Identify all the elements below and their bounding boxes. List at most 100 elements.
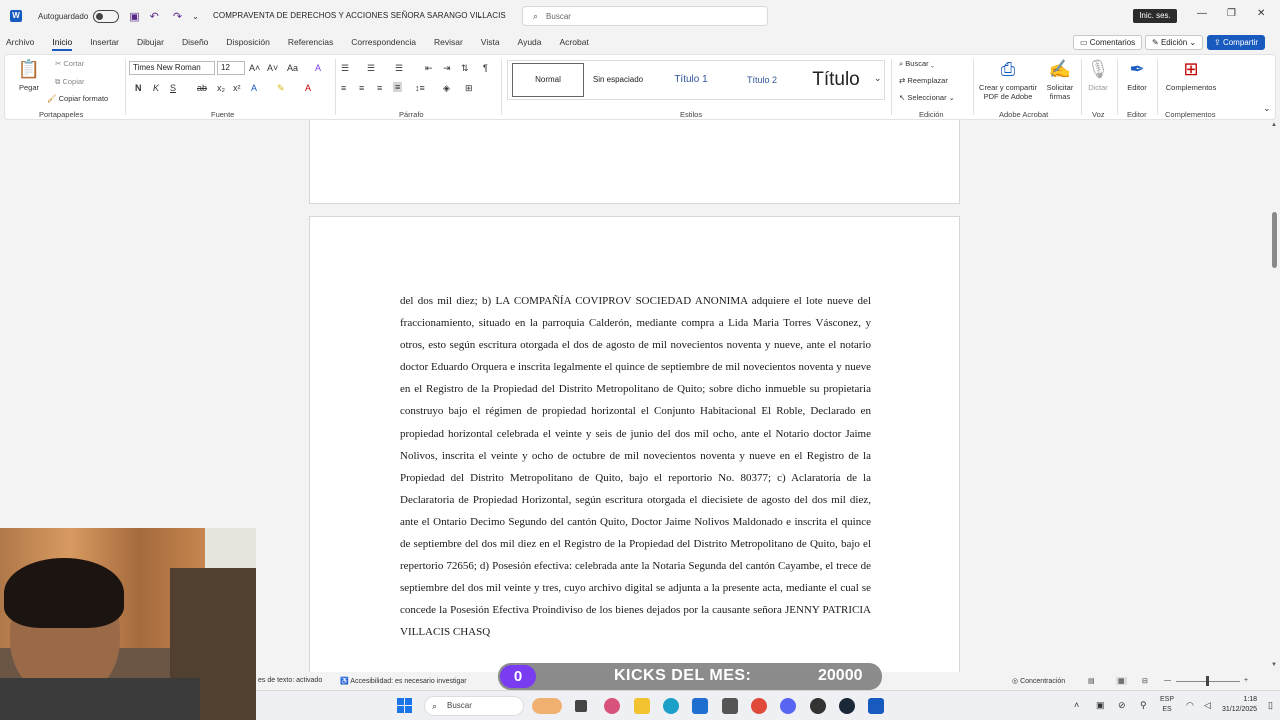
paste-button[interactable]: 📋 Pegar — [15, 59, 43, 92]
select-button[interactable]: ↖ Seleccionar ⌄ — [899, 93, 955, 102]
share-button[interactable]: ⇪ Compartir — [1207, 35, 1266, 50]
print-layout-icon[interactable]: ▦ — [1116, 677, 1127, 685]
search-box[interactable]: ⌕ Buscar — [522, 6, 768, 26]
create-share-pdf-button[interactable]: ⎙ Crear y compartir PDF de Adobe — [975, 59, 1041, 101]
style-normal[interactable]: Normal — [512, 63, 584, 97]
save-icon[interactable]: ▣ — [129, 10, 139, 23]
document-body-text[interactable]: del dos mil diez; b) LA COMPAÑÍA COVIPRO… — [400, 290, 871, 644]
document-title-chevron-icon[interactable]: ⌄ — [476, 11, 483, 20]
tab-vista[interactable]: Vista — [481, 37, 500, 47]
style-heading-1[interactable]: Título 1 — [658, 61, 724, 99]
bullets-icon[interactable]: ☰ — [341, 63, 349, 74]
style-title[interactable]: Título — [800, 61, 872, 99]
tray-icon[interactable]: ▣ — [1096, 700, 1105, 711]
text-predictions-status[interactable]: es de texto: activado — [258, 677, 322, 684]
volume-icon[interactable]: ◁ — [1204, 700, 1211, 711]
find-button[interactable]: ⌕ Buscar ⌄ — [899, 59, 934, 69]
dictate-button[interactable]: 🎙 Dictar — [1085, 59, 1111, 92]
clock[interactable]: 1:18 31/12/2025 — [1222, 695, 1257, 715]
increase-indent-icon[interactable]: ⇥ — [443, 63, 451, 74]
line-spacing-icon[interactable]: ↕≡ — [415, 83, 425, 93]
text-effects-icon[interactable]: A — [251, 83, 257, 93]
bold-icon[interactable]: N — [135, 83, 142, 93]
tab-ayuda[interactable]: Ayuda — [518, 37, 542, 47]
shrink-font-icon[interactable]: A˅ — [267, 63, 278, 73]
tab-inicio[interactable]: Inicio — [52, 37, 72, 51]
focus-mode-button[interactable]: ◎ Concentración — [1012, 677, 1065, 685]
close-icon[interactable]: ✕ — [1257, 8, 1265, 19]
tab-correspondencia[interactable]: Correspondencia — [351, 37, 416, 47]
scrollbar-thumb[interactable] — [1272, 212, 1277, 268]
styles-more-icon[interactable]: ⌄ — [874, 73, 882, 84]
zoom-out-icon[interactable]: — — [1164, 677, 1171, 684]
tab-dibujar[interactable]: Dibujar — [137, 37, 164, 47]
windows-start-icon[interactable] — [397, 698, 412, 713]
format-painter-button[interactable]: 🖌 Copiar formato — [47, 94, 108, 103]
collapse-ribbon-icon[interactable]: ⌄ — [1263, 103, 1271, 114]
font-size-select[interactable]: 12 — [217, 61, 245, 75]
justify-icon[interactable]: ≡ — [393, 82, 403, 92]
notifications-icon[interactable]: ▯ — [1268, 700, 1273, 711]
align-left-icon[interactable]: ≡ — [341, 83, 346, 93]
tab-referencias[interactable]: Referencias — [288, 37, 333, 47]
edge-icon[interactable] — [663, 698, 679, 714]
clear-format-icon[interactable]: A — [315, 63, 321, 73]
align-center-icon[interactable]: ≡ — [359, 83, 364, 93]
scroll-up-icon[interactable]: ▲ — [1271, 122, 1277, 128]
subscript-icon[interactable]: x₂ — [217, 83, 225, 93]
font-family-select[interactable]: Times New Roman — [129, 61, 215, 75]
show-marks-icon[interactable]: ¶ — [483, 63, 488, 73]
read-mode-icon[interactable]: ▤ — [1088, 677, 1095, 685]
sort-icon[interactable]: ⇅ — [461, 63, 469, 74]
weather-icon[interactable] — [532, 698, 562, 714]
steam-icon[interactable] — [839, 698, 855, 714]
copilot-icon[interactable] — [604, 698, 620, 714]
minimize-icon[interactable]: — — [1197, 8, 1207, 19]
shading-icon[interactable]: ◈ — [443, 83, 450, 94]
editor-button[interactable]: ✒ Editor — [1121, 59, 1153, 92]
restore-icon[interactable]: ❐ — [1227, 8, 1236, 19]
tray-icon[interactable]: ⊘ — [1118, 700, 1126, 711]
align-right-icon[interactable]: ≡ — [377, 83, 382, 93]
zoom-in-icon[interactable]: + — [1244, 677, 1248, 684]
zoom-slider-thumb[interactable] — [1206, 676, 1209, 686]
autosave-toggle[interactable] — [93, 9, 120, 23]
change-case-icon[interactable]: Aa — [287, 63, 298, 73]
sign-in-button[interactable]: Inic. ses. — [1133, 9, 1177, 23]
word-taskbar-icon[interactable] — [868, 698, 884, 714]
tab-revisar[interactable]: Revisar — [434, 37, 463, 47]
decrease-indent-icon[interactable]: ⇤ — [425, 63, 433, 74]
addins-button[interactable]: ⊞ Complementos — [1161, 59, 1221, 92]
store-icon[interactable] — [692, 698, 708, 714]
comments-button[interactable]: ▭ Comentarios — [1073, 35, 1143, 50]
previous-page[interactable] — [309, 120, 960, 204]
discord-icon[interactable] — [780, 698, 796, 714]
multilevel-list-icon[interactable]: ☰ — [395, 63, 403, 74]
font-color-icon[interactable]: A — [305, 83, 311, 93]
obs-icon[interactable] — [810, 698, 826, 714]
strikethrough-icon[interactable]: ab — [197, 83, 207, 93]
tray-chevron-icon[interactable]: ˄ — [1074, 700, 1079, 710]
web-layout-icon[interactable]: ⊟ — [1142, 677, 1148, 685]
borders-icon[interactable]: ⊞ — [465, 83, 473, 94]
tab-disposicion[interactable]: Disposición — [226, 37, 269, 47]
underline-icon[interactable]: S — [170, 83, 176, 93]
vertical-scrollbar[interactable]: ▲ ▼ — [1270, 120, 1280, 672]
document-page[interactable]: del dos mil diez; b) LA COMPAÑÍA COVIPRO… — [309, 216, 960, 672]
request-signatures-button[interactable]: ✍ Solicitar firmas — [1043, 59, 1077, 101]
editing-mode-button[interactable]: ✎ Edición ⌄ — [1145, 35, 1204, 50]
tab-archivo[interactable]: Archivo — [6, 37, 34, 47]
tab-acrobat[interactable]: Acrobat — [560, 37, 589, 47]
tab-diseno[interactable]: Diseño — [182, 37, 208, 47]
language-indicator[interactable]: ESP ES — [1160, 695, 1174, 715]
replace-button[interactable]: ⇄ Reemplazar — [899, 76, 948, 85]
copy-button[interactable]: ⧉ Copiar — [55, 77, 85, 87]
file-explorer-icon[interactable] — [634, 698, 650, 714]
redo-icon[interactable]: ↷ — [173, 10, 182, 23]
tray-icon[interactable]: ⚲ — [1140, 700, 1147, 711]
italic-icon[interactable]: K — [153, 83, 159, 93]
chrome-icon[interactable] — [751, 698, 767, 714]
task-view-icon[interactable] — [575, 700, 587, 712]
tab-insertar[interactable]: Insertar — [90, 37, 119, 47]
taskbar-search[interactable]: ⌕ Buscar — [424, 696, 524, 716]
